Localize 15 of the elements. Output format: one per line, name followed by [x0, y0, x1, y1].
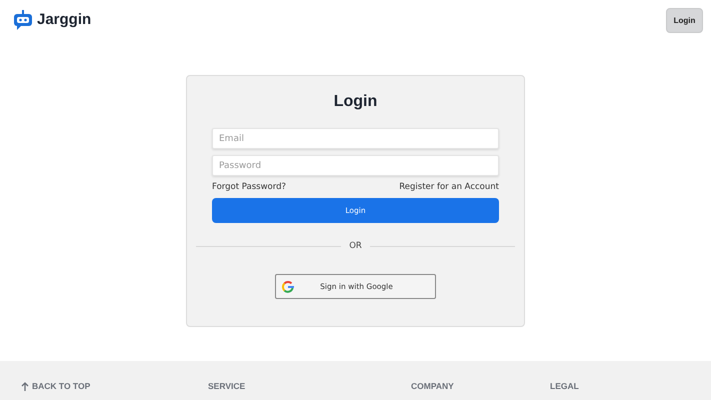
footer-heading: LEGAL — [550, 381, 579, 391]
up-arrow-icon — [21, 382, 29, 390]
google-g-icon — [282, 280, 294, 292]
footer-heading: COMPANY — [411, 381, 455, 391]
footer-heading: SERVICE — [208, 381, 246, 391]
login-title: Login — [332, 92, 378, 112]
or-divider-text: OR — [349, 241, 362, 251]
robot-logo-icon — [13, 10, 33, 30]
back-to-top-link[interactable]: BACK TO TOP — [21, 381, 208, 391]
forgot-password-link[interactable]: Forgot Password? — [212, 182, 286, 192]
input-field[interactable]: Password — [212, 155, 499, 176]
input-field[interactable]: Email — [212, 128, 499, 149]
brand-name: Jarggin — [37, 11, 92, 28]
login-button[interactable]: Login — [666, 8, 703, 33]
register-link[interactable]: Register for an Account — [399, 182, 499, 192]
